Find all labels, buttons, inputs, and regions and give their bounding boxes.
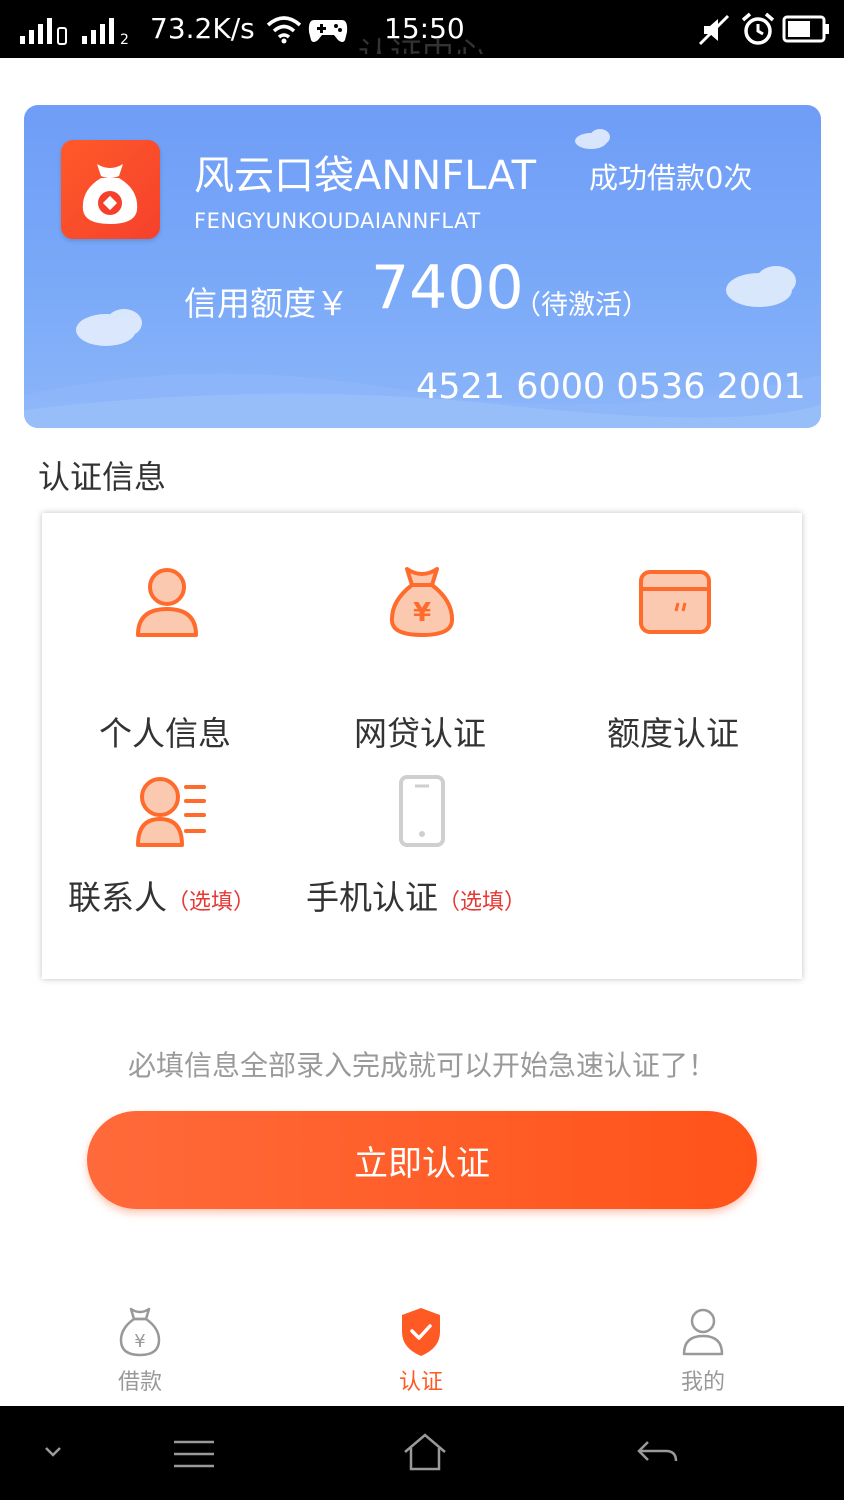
app-logo [61, 140, 160, 239]
tab-label: 认证 [398, 1370, 443, 1395]
auth-item-label: 额度认证 [607, 714, 739, 753]
optional-tag: （选填） [438, 890, 527, 915]
app-name: 风云口袋ANNFLAT [194, 153, 537, 199]
tab-label: 我的 [680, 1370, 725, 1395]
credit-status: （待激活） [514, 290, 649, 321]
auth-item-contacts-text: 联系人（选填） [68, 878, 255, 923]
auth-item-label: 网贷认证 [354, 714, 486, 753]
credit-card: 风云口袋ANNFLAT FENGYUNKOUDAIANNFLAT 成功借款0次 … [24, 105, 821, 428]
auth-item-net-loan[interactable]: ¥ 网贷认证 [337, 553, 507, 753]
user-icon [682, 1308, 724, 1356]
card-icon [639, 570, 711, 634]
person-icon [136, 568, 198, 637]
chevron-down-icon[interactable] [40, 1442, 66, 1462]
optional-tag: （选填） [167, 890, 256, 915]
auth-item-personal-info[interactable]: 个人信息 [82, 553, 252, 753]
back-icon[interactable] [636, 1436, 680, 1470]
svg-text:¥: ¥ [134, 1331, 145, 1352]
loan-icon: ¥ [119, 1307, 161, 1357]
auth-item-label: 个人信息 [99, 714, 231, 753]
verify-now-button[interactable]: 立即认证 [87, 1111, 757, 1209]
home-icon[interactable] [402, 1432, 448, 1472]
contacts-icon [136, 777, 206, 847]
svg-text:¥: ¥ [413, 598, 431, 628]
loan-count: 成功借款0次 [589, 161, 753, 195]
menu-icon[interactable] [172, 1438, 216, 1470]
card-number: 4521 6000 0536 2001 [416, 367, 806, 407]
hint-text: 必填信息全部录入完成就可以开始急速认证了！ [127, 1049, 716, 1082]
auth-item-label: 手机认证 [306, 878, 438, 917]
auth-item-label: 联系人 [68, 878, 167, 917]
section-title: 认证信息 [38, 458, 167, 496]
credit-label: 信用额度￥ [184, 284, 349, 323]
auth-panel: 个人信息 ¥ 网贷认证 额度认证 联系人（选填） 手机认证（选填） [42, 513, 802, 979]
auth-item-quota[interactable]: 额度认证 [590, 553, 760, 753]
auth-item-contacts[interactable]: 联系人（选填） [62, 763, 272, 953]
phone-icon [399, 775, 445, 847]
shield-check-icon [402, 1308, 440, 1356]
auth-item-phone-text: 手机认证（选填） [306, 878, 526, 923]
money-bag-icon: ¥ [389, 567, 455, 637]
system-navigation-bar [0, 1406, 844, 1500]
app-subtitle: FENGYUNKOUDAIANNFLAT [194, 209, 481, 233]
tab-label: 借款 [117, 1370, 162, 1395]
auth-item-phone[interactable]: 手机认证（选填） [297, 763, 557, 953]
credit-amount: 7400 [371, 253, 524, 323]
money-pouch-logo-icon [82, 164, 138, 224]
